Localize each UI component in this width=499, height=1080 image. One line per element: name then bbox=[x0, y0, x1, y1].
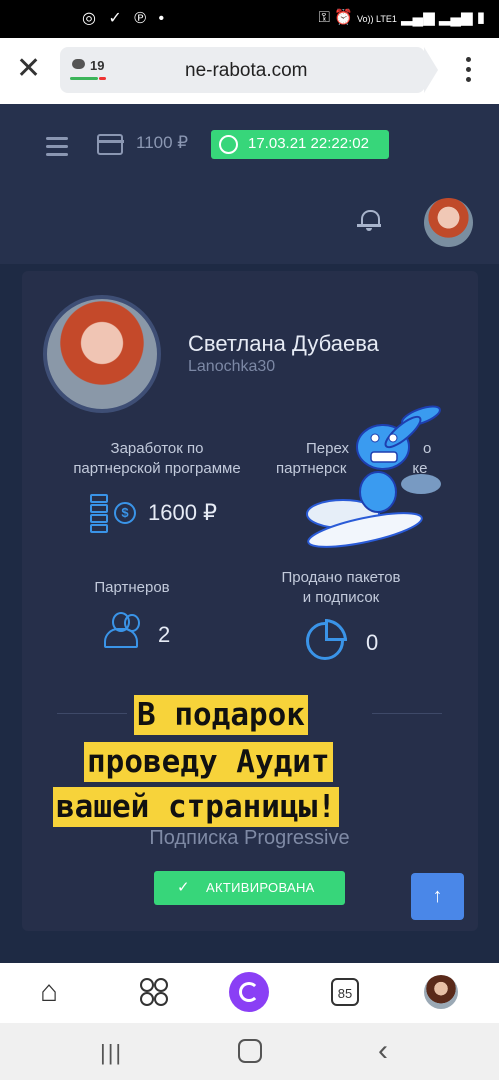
network-label: Vo)) LTE1 bbox=[356, 14, 397, 24]
close-icon[interactable]: ✕ bbox=[16, 54, 41, 84]
dollar-coin-icon: $ bbox=[114, 502, 136, 524]
balance-amount[interactable]: 1100 ₽ bbox=[136, 133, 188, 153]
rating-bar-positive bbox=[70, 77, 98, 80]
more-menu-icon[interactable] bbox=[466, 57, 471, 87]
arrow-up-icon: ↑ bbox=[432, 885, 443, 907]
money-stack-icon bbox=[90, 494, 108, 534]
sold-label-line2: и подписок bbox=[302, 589, 380, 606]
notification-icons: ◎ ✓ ℗ • bbox=[82, 10, 169, 27]
divider-right bbox=[372, 713, 442, 714]
services-grid-icon[interactable] bbox=[140, 978, 168, 1006]
sold-value: 0 bbox=[366, 630, 379, 655]
earnings-label: Заработок по партнерской программе bbox=[52, 439, 262, 479]
divider-left bbox=[57, 713, 127, 714]
address-bar-arrow bbox=[424, 47, 438, 93]
activated-button-label[interactable]: АКТИВИРОВАНА bbox=[206, 880, 315, 895]
rabbit-sticker bbox=[306, 405, 441, 548]
earnings-value: 1600 ₽ bbox=[148, 500, 218, 525]
alice-icon bbox=[239, 982, 259, 1002]
timer-text: 17.03.21 22:22:02 bbox=[248, 135, 369, 152]
menu-icon[interactable] bbox=[46, 137, 68, 161]
promo-line-2: проведу Аудит bbox=[84, 742, 333, 782]
sold-label-line1: Продано пакетов bbox=[281, 569, 401, 586]
earnings-label-line2: партнерской программе bbox=[73, 460, 241, 477]
earnings-label-line1: Заработок по bbox=[110, 440, 204, 457]
url-text[interactable]: ne-rabota.com bbox=[185, 60, 308, 82]
bell-icon-base bbox=[357, 224, 381, 227]
scroll-to-top-button[interactable]: ↑ bbox=[411, 873, 464, 920]
sold-label: Продано пакетов и подписок bbox=[256, 568, 426, 608]
check-icon: ✓ bbox=[177, 879, 190, 896]
profile-login: Lanochka30 bbox=[188, 358, 276, 375]
back-icon[interactable]: ‹ bbox=[378, 1034, 388, 1068]
profile-avatar bbox=[43, 295, 161, 413]
account-avatar[interactable] bbox=[424, 975, 458, 1009]
status-time: 20:59 bbox=[30, 8, 78, 29]
partners-label: Партнеров bbox=[94, 579, 170, 596]
wallet-icon-stripe bbox=[97, 140, 124, 143]
chat-count[interactable]: 19 bbox=[90, 58, 104, 73]
site-header bbox=[0, 104, 499, 264]
user-avatar[interactable] bbox=[424, 198, 473, 247]
subscription-label: Подписка Progressive bbox=[149, 827, 350, 849]
promo-line-3: вашей страницы! bbox=[53, 787, 339, 827]
system-status-icons: ⚿ ⏰ Vo)) LTE1 ▂▄▆ ▂▄▆ ▮ bbox=[318, 9, 485, 26]
home-button-icon[interactable] bbox=[238, 1039, 262, 1063]
tabs-counter[interactable]: 85 bbox=[331, 978, 359, 1006]
promo-line-1: В подарок bbox=[134, 695, 308, 735]
home-icon[interactable]: ⌂ bbox=[40, 975, 58, 1009]
profile-name: Светлана Дубаева bbox=[188, 331, 379, 356]
recent-apps-icon[interactable]: ||| bbox=[100, 1040, 123, 1066]
partners-value: 2 bbox=[158, 622, 171, 647]
rating-bar-negative bbox=[99, 77, 106, 80]
wallet-icon bbox=[97, 134, 123, 155]
users-icon-body bbox=[104, 628, 138, 648]
alarm-clock-icon bbox=[219, 135, 238, 154]
chat-icon[interactable] bbox=[72, 59, 85, 69]
